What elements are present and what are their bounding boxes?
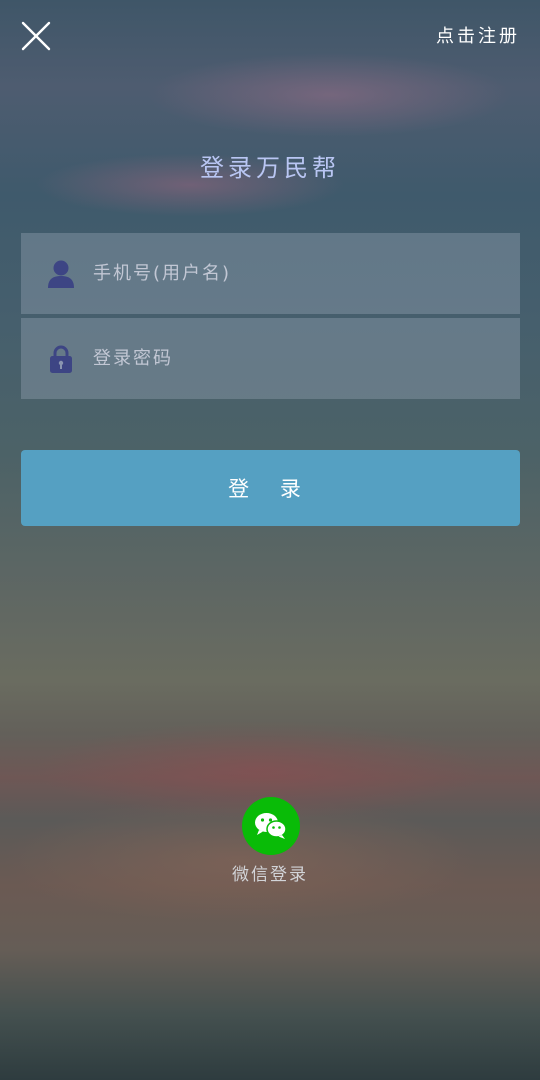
password-input[interactable] (91, 337, 520, 380)
username-input[interactable] (91, 252, 520, 295)
password-field[interactable] (21, 318, 520, 399)
login-button[interactable]: 登 录 (21, 450, 520, 526)
close-icon (21, 21, 51, 51)
user-icon (47, 259, 75, 289)
wechat-login-label: 微信登录 (232, 865, 308, 885)
username-field[interactable] (21, 233, 520, 314)
wechat-icon (255, 813, 287, 839)
register-link[interactable]: 点击注册 (436, 22, 520, 48)
wechat-login-button[interactable] (242, 797, 300, 855)
close-button[interactable] (20, 20, 52, 52)
lock-icon (47, 344, 75, 374)
page-title: 登录万民帮 (200, 154, 340, 182)
